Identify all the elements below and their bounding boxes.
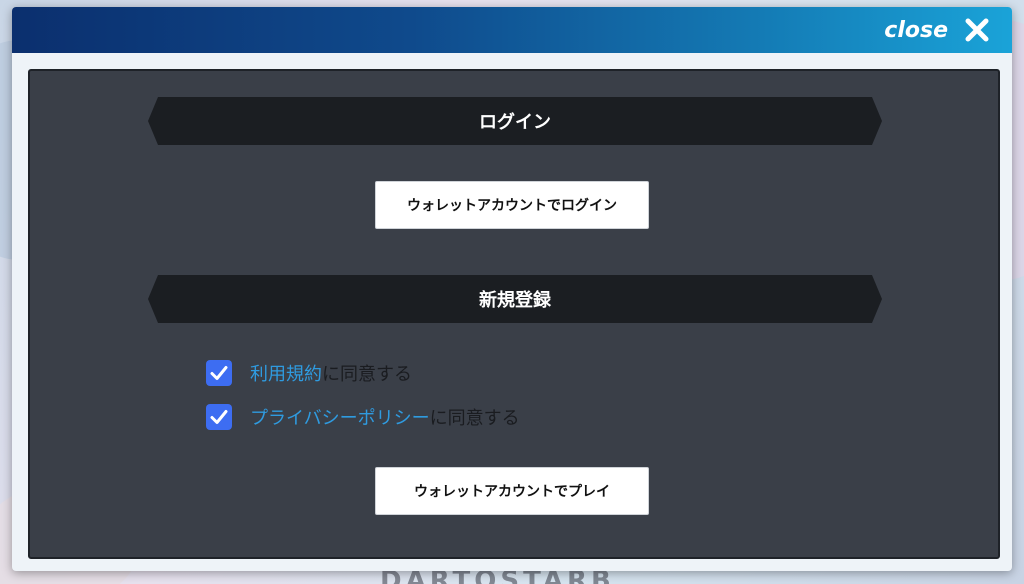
wallet-play-button[interactable]: ウォレットアカウントでプレイ xyxy=(375,467,649,515)
register-section-title: 新規登録 xyxy=(479,290,551,311)
terms-link[interactable]: 利用規約 xyxy=(250,364,322,385)
terms-suffix: に同意する xyxy=(322,364,412,385)
register-section-header: 新規登録 xyxy=(148,275,882,323)
wallet-login-button[interactable]: ウォレットアカウントでログイン xyxy=(375,181,649,229)
checkmark-icon xyxy=(210,410,228,424)
privacy-suffix: に同意する xyxy=(429,408,520,429)
terms-agreement-row: 利用規約に同意する xyxy=(206,359,412,387)
login-modal: close ログイン ウォレットアカウントでログイン 新規登録 利用規約に同意す… xyxy=(12,7,1012,571)
close-label: close xyxy=(884,17,948,43)
modal-header: close xyxy=(12,7,1012,53)
close-button[interactable]: close xyxy=(884,13,990,47)
privacy-checkbox[interactable] xyxy=(206,404,232,430)
checkmark-icon xyxy=(210,366,228,380)
login-section-header: ログイン xyxy=(148,97,882,145)
privacy-policy-link[interactable]: プライバシーポリシー xyxy=(250,408,430,429)
login-section-title: ログイン xyxy=(479,112,551,133)
modal-content-panel: ログイン ウォレットアカウントでログイン 新規登録 利用規約に同意する プライバ… xyxy=(28,69,1000,559)
close-x-icon xyxy=(965,18,989,42)
privacy-agreement-row: プライバシーポリシーに同意する xyxy=(206,403,520,431)
terms-checkbox[interactable] xyxy=(206,360,232,386)
